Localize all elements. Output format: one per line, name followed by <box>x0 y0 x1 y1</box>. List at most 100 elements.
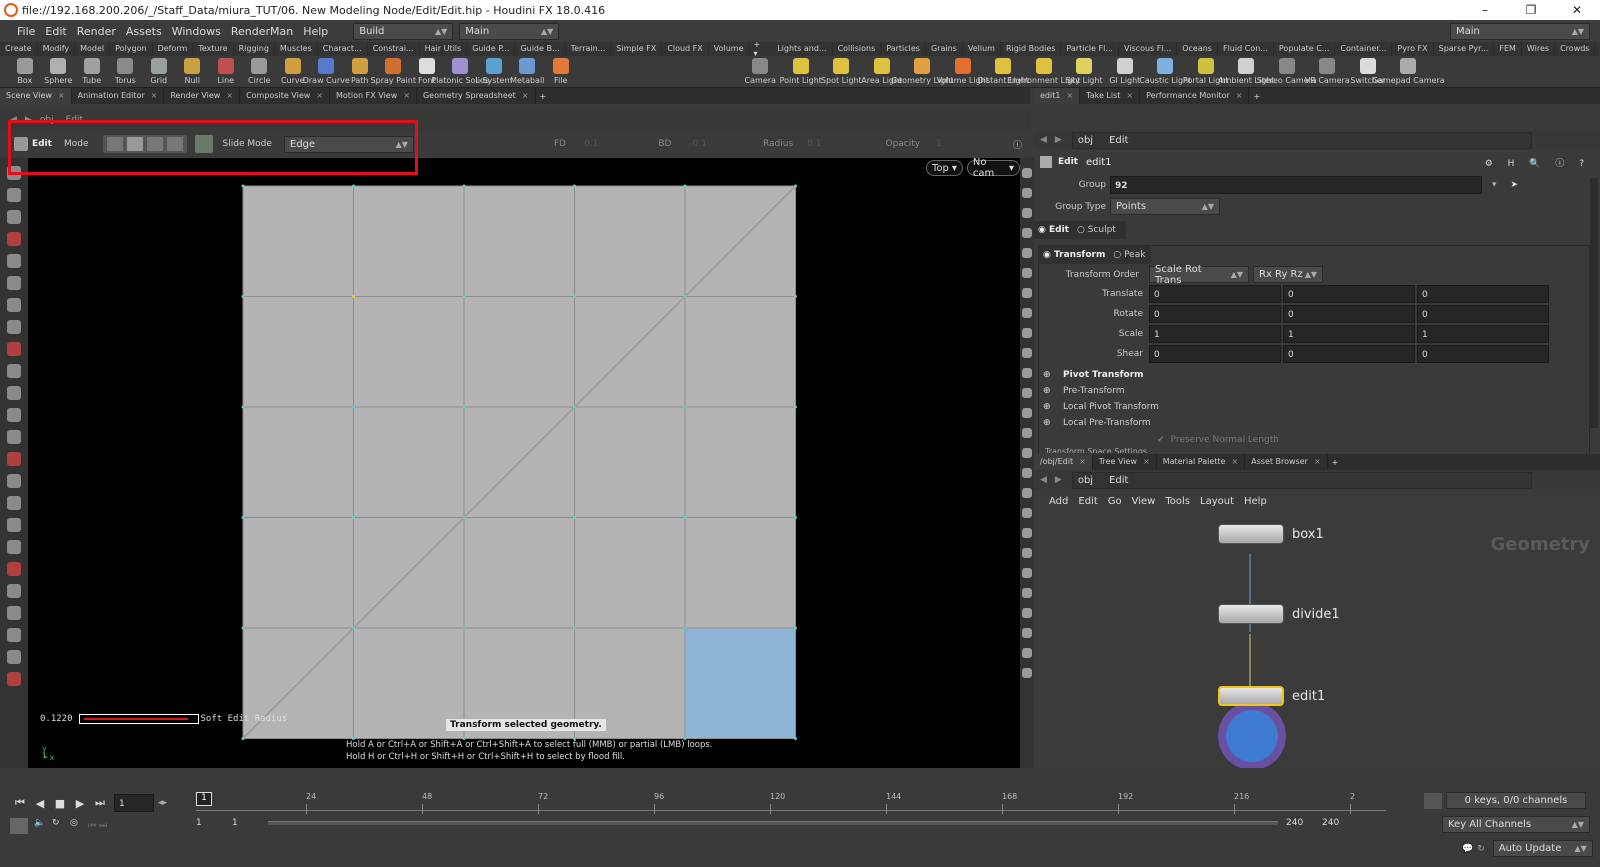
tool-spot-light[interactable]: Spot Light <box>821 58 862 85</box>
frame-ruler[interactable]: 1 24 48 72 96 120 144 168 192 216 2 <box>196 792 1386 820</box>
paint-icon[interactable] <box>7 276 21 290</box>
settings-icon[interactable]: ◎ <box>70 818 88 834</box>
net-menu-view[interactable]: View <box>1127 496 1161 507</box>
translate-field-x[interactable]: 0 <box>1149 285 1281 303</box>
back-arrow-icon[interactable]: ◀ <box>1040 135 1047 145</box>
camera-icon[interactable] <box>7 430 21 444</box>
record-icon[interactable] <box>7 452 21 466</box>
display-option-icon[interactable] <box>1022 568 1032 578</box>
pane-tab-motion-fx-view[interactable]: Motion FX View × <box>330 88 417 104</box>
pan-icon[interactable] <box>7 628 21 642</box>
net-menu-edit[interactable]: Edit <box>1073 496 1102 507</box>
shelf-tab-crowds[interactable]: Crowds <box>1555 42 1596 56</box>
grid-point[interactable] <box>573 184 576 188</box>
close-button[interactable]: ✕ <box>1554 3 1600 17</box>
shelf-tab-viscous-fl[interactable]: Viscous Fl... <box>1119 42 1178 56</box>
folder-pivot-transform[interactable]: ⊕ Pivot Transform <box>1043 367 1589 383</box>
checkbox-icon[interactable]: ✔ <box>1157 435 1165 445</box>
close-icon[interactable]: × <box>226 91 233 100</box>
step-icons[interactable]: ◂▸ <box>158 798 167 808</box>
grid-point[interactable] <box>794 184 797 188</box>
display-option-icon[interactable] <box>1022 448 1032 458</box>
display-option-icon[interactable] <box>1022 488 1032 498</box>
range-start-field-2[interactable]: 1 <box>232 818 268 828</box>
range-end-field-2[interactable]: 240 <box>1322 818 1358 828</box>
tool-gamepad-camera[interactable]: Gamepad Camera <box>1372 58 1445 85</box>
display-option-icon[interactable] <box>1022 208 1032 218</box>
display-option-icon[interactable] <box>1022 328 1032 338</box>
pane-tab-material-palette[interactable]: Material Palette × <box>1157 454 1246 470</box>
shelf-tab-deform[interactable]: Deform <box>153 42 194 56</box>
go-start-icon[interactable]: ⏮ <box>10 796 30 810</box>
shelf-tab-lights-and[interactable]: Lights and... <box>772 42 833 56</box>
shelf-tab-fluid-con[interactable]: Fluid Con... <box>1218 42 1274 56</box>
tool-torus[interactable]: Torus <box>109 58 143 85</box>
grid-point[interactable] <box>352 184 355 188</box>
header-icons[interactable]: ⚙ H 🔍 ⓘ ? <box>1485 156 1590 169</box>
display-option-icon[interactable] <box>1022 608 1032 618</box>
pane-tab-composite-view[interactable]: Composite View × <box>240 88 330 104</box>
shelf-tab-model[interactable]: Model <box>75 42 111 56</box>
menu-windows[interactable]: Windows <box>167 25 226 38</box>
grid-point[interactable] <box>683 405 687 409</box>
chat-icon[interactable]: 💬 <box>1462 844 1473 854</box>
preserve-normal-row[interactable]: ✔ Preserve Normal Length <box>1157 435 1589 445</box>
grid-point[interactable] <box>794 405 797 409</box>
pane-tab-render-view[interactable]: Render View × <box>164 88 241 104</box>
pane-tab-take-list[interactable]: Take List × <box>1080 88 1141 104</box>
pane-tab-performance-monitor[interactable]: Performance Monitor × <box>1140 88 1250 104</box>
grid-point[interactable] <box>241 626 245 630</box>
peak-icon[interactable] <box>7 364 21 378</box>
orbit-icon[interactable] <box>7 584 21 598</box>
shelf-tab-charact[interactable]: Charact... <box>318 42 368 56</box>
display-option-icon[interactable] <box>1022 628 1032 638</box>
shelf-tab-sparse-pyr[interactable]: Sparse Pyr... <box>1434 42 1495 56</box>
snap-icon[interactable] <box>7 320 21 334</box>
shear-field-z[interactable]: 0 <box>1417 345 1549 363</box>
folder-pre-transform[interactable]: ⊕ Pre-Transform <box>1043 383 1589 399</box>
grid-point[interactable] <box>794 295 797 298</box>
shelf-tab-texture[interactable]: Texture <box>193 42 234 56</box>
net-menu-layout[interactable]: Layout <box>1195 496 1239 507</box>
view-top-menu[interactable]: Top ▾ <box>926 160 963 176</box>
grid-point[interactable] <box>462 184 466 188</box>
playhead[interactable]: 1 <box>196 792 212 806</box>
node-divide1[interactable]: divide1 <box>1218 604 1340 624</box>
shelf-tab-particle-fl[interactable]: Particle Fl... <box>1061 42 1119 56</box>
tool-tube[interactable]: Tube <box>75 58 109 85</box>
light-icon[interactable] <box>7 408 21 422</box>
shelf-tab-create[interactable]: Create <box>0 42 38 56</box>
net-menu-add[interactable]: Add <box>1044 496 1073 507</box>
shelf-tab-container[interactable]: Container... <box>1335 42 1393 56</box>
desktop-build-combo[interactable]: Build ▲▼ <box>353 22 454 40</box>
expand-icon[interactable]: ⊕ <box>1043 402 1059 412</box>
shelf-tab-guide-b[interactable]: Guide B... <box>515 42 566 56</box>
folder-local-pre-transform[interactable]: ⊕ Local Pre-Transform <box>1043 415 1589 431</box>
opacity-field[interactable]: 1 <box>936 139 942 149</box>
menu-edit[interactable]: Edit <box>40 25 71 38</box>
close-icon[interactable]: × <box>1143 457 1150 466</box>
display-option-icon[interactable] <box>1022 408 1032 418</box>
minimize-button[interactable]: – <box>1462 3 1508 17</box>
pane-tab-obj-edit[interactable]: /obj/Edit × <box>1034 454 1093 470</box>
grid-point[interactable] <box>683 516 687 519</box>
key-icon[interactable] <box>1424 792 1442 809</box>
grid-point[interactable] <box>241 737 245 740</box>
close-icon[interactable]: × <box>1236 91 1243 100</box>
chevron-down-icon[interactable]: ▾ <box>1492 180 1497 190</box>
close-icon[interactable]: × <box>1314 457 1321 466</box>
param-scrollbar[interactable] <box>1590 178 1598 428</box>
rotate-field-z[interactable]: 0 <box>1417 305 1549 323</box>
grid-point[interactable] <box>794 516 797 519</box>
close-icon[interactable]: × <box>151 91 158 100</box>
shelf-tab-grains[interactable]: Grains <box>926 42 963 56</box>
tool-grid[interactable]: Grid <box>142 58 176 85</box>
shelf-set-combo[interactable]: Main ▲▼ <box>1450 22 1590 40</box>
shelf-tab-muscles[interactable]: Muscles <box>275 42 318 56</box>
tool-platonic-solids[interactable]: Platonic Solids <box>431 58 489 85</box>
network-editor[interactable]: ◀ ▶ obj Edit Add Edit Go View Tools Layou… <box>1034 470 1600 768</box>
soft-icon[interactable] <box>7 254 21 268</box>
shelf-tab-rigging[interactable]: Rigging <box>234 42 275 56</box>
display-option-icon[interactable] <box>1022 348 1032 358</box>
close-icon[interactable]: × <box>1126 91 1133 100</box>
